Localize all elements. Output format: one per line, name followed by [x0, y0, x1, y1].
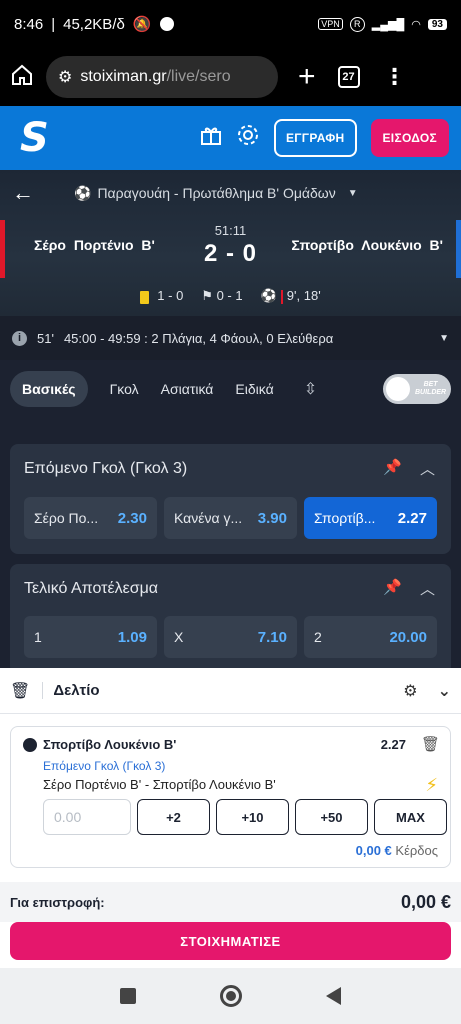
tab-switcher-button[interactable]: 27: [337, 66, 360, 88]
ball-icon: ⚽: [260, 288, 277, 303]
chevron-up-icon[interactable]: ︿: [420, 578, 435, 599]
return-row: Για επιστροφή: 0,00 €: [0, 882, 461, 922]
betslip-header: 🗑 Δελτίο ⚙ ⌄: [0, 668, 461, 714]
football-icon: ⚽: [74, 184, 92, 201]
chevron-down-icon: ▼: [347, 187, 358, 199]
market-tabs: Βασικές Γκολ Ασιατικά Ειδικά ⇳ BET BUILDE…: [0, 364, 461, 414]
corner-flag-icon: ⚑: [201, 288, 217, 303]
market-title: Επόμενο Γκολ (Γκολ 3): [24, 460, 188, 477]
trash-icon[interactable]: 🗑: [10, 681, 30, 701]
quick-stake-button[interactable]: +50: [295, 799, 368, 835]
chevron-down-icon[interactable]: ⌄: [438, 681, 451, 701]
recents-icon[interactable]: [120, 988, 136, 1004]
gift-icon[interactable]: [200, 124, 222, 152]
url-bar[interactable]: ⚙ stoiximan.gr/live/sero: [46, 56, 278, 98]
match-stats: 1 - 0 ⚑ 0 - 1 ⚽ 9', 18': [0, 288, 461, 304]
selection-name: Σπορτίβο Λουκένιο Β': [43, 737, 177, 752]
status-bar: 8:46 | 45,2KB/δ 🔕 VPN R ▂▄▆█ ◠ 93: [0, 0, 461, 48]
bet-selection-card: Σπορτίβο Λουκένιο Β' 2.27 🗑 Επόμενο Γκολ…: [10, 726, 451, 868]
match-clock: 51:11: [214, 223, 247, 238]
stoiximan-logo[interactable]: S: [20, 115, 49, 161]
new-tab-plus-icon[interactable]: +: [298, 62, 316, 92]
status-time: 8:46: [14, 15, 44, 33]
stake-controls: 0.00 +2 +10 +50 MAX: [43, 799, 447, 835]
match-header: ← ⚽ Παραγουάη - Πρωτάθλημα Β' Ομάδων ▼ Σ…: [0, 170, 461, 316]
browser-menu-icon[interactable]: ⋮: [384, 66, 406, 88]
odd-button[interactable]: 2 20.00: [304, 616, 437, 658]
yellow-card-icon: [140, 290, 150, 304]
odd-button[interactable]: 1 1.09: [24, 616, 157, 658]
back-triangle-icon[interactable]: [326, 987, 341, 1005]
settings-gear-icon[interactable]: ⚙: [403, 681, 417, 701]
muted-bell-icon: 🔕: [132, 16, 152, 33]
quick-stake-button[interactable]: +2: [137, 799, 210, 835]
collapse-all-icon[interactable]: ⇳: [304, 379, 317, 399]
tab-specials[interactable]: Ειδικά: [235, 381, 273, 397]
odd-button[interactable]: X 7.10: [164, 616, 297, 658]
corners-stat: ⚑ 0 - 1: [201, 288, 243, 303]
place-bet-button[interactable]: ΣΤΟΙΧΗΜΑΤΙΣΕ: [10, 922, 451, 960]
back-arrow-icon[interactable]: ←: [12, 180, 34, 206]
lightning-icon: ⚡: [425, 775, 438, 795]
market-card-next-goal: Επόμενο Γκολ (Γκολ 3) 📌 ︿ Σέρο Πο... 2.30…: [10, 444, 451, 554]
home-circle-icon[interactable]: [220, 985, 242, 1007]
battery-icon: 93: [427, 18, 447, 30]
profit-text: 0,00 € Κέρδος: [355, 843, 438, 858]
wifi-icon: ◠: [411, 18, 421, 31]
league-name: Παραγουάη - Πρωτάθλημα Β' Ομάδων: [97, 185, 336, 201]
betslip-title: Δελτίο: [42, 682, 100, 699]
site-header: S ΕΓΓΡΑΦΗ ΕΙΣΟΔΟΣ: [0, 106, 461, 170]
return-amount: 0,00 €: [400, 891, 451, 912]
goals-stat: ⚽ 9', 18': [260, 288, 321, 304]
market-title: Τελικό Αποτέλεσμα: [24, 580, 159, 597]
login-button[interactable]: ΕΙΣΟΔΟΣ: [370, 119, 449, 157]
remove-selection-icon[interactable]: 🗑: [421, 735, 440, 753]
vpn-icon: VPN: [318, 18, 343, 30]
odd-button[interactable]: Σέρο Πο... 2.30: [24, 497, 157, 539]
url-text: stoiximan.gr/live/sero: [80, 68, 231, 85]
tab-goals[interactable]: Γκολ: [110, 381, 139, 397]
away-team: Σπορτίβο Λουκένιο Β': [291, 237, 443, 253]
selection-odd: 2.27: [380, 737, 406, 752]
tab-asian[interactable]: Ασιατικά: [161, 381, 214, 397]
stake-input[interactable]: 0.00: [43, 799, 131, 835]
market-card-final-result: Τελικό Αποτέλεσμα 📌 ︿ 1 1.09 X 7.10 2 20.00: [10, 564, 451, 674]
info-minute: 51': [37, 330, 54, 346]
tab-basic[interactable]: Βασικές: [10, 371, 88, 407]
registered-icon: R: [349, 16, 365, 32]
chevron-down-icon[interactable]: ▼: [439, 333, 449, 344]
yellow-cards-stat: 1 - 0: [140, 288, 183, 304]
bet-builder-toggle[interactable]: BET BUILDER: [383, 374, 451, 404]
browser-toolbar: ⚙ stoiximan.gr/live/sero + 27 ⋮: [0, 48, 461, 106]
league-selector[interactable]: ⚽ Παραγουάη - Πρωτάθλημα Β' Ομάδων ▼: [74, 185, 358, 202]
odd-button-selected[interactable]: Σπορτίβ... 2.27: [304, 497, 437, 539]
football-icon: [23, 737, 37, 752]
return-label: Για επιστροφή:: [10, 894, 105, 910]
max-stake-button[interactable]: MAX: [374, 799, 447, 835]
selection-match: Σέρο Πορτένιο Β' - Σπορτίβο Λουκένιο Β': [43, 777, 276, 792]
android-nav-bar: [0, 968, 461, 1024]
quick-stake-button[interactable]: +10: [216, 799, 289, 835]
info-text: 45:00 - 49:59 : 2 Πλάγια, 4 Φάουλ, 0 Ελε…: [63, 330, 334, 346]
live-info-bar[interactable]: i 51' 45:00 - 49:59 : 2 Πλάγια, 4 Φάουλ,…: [0, 316, 461, 360]
site-settings-icon[interactable]: ⚙: [58, 67, 72, 87]
home-icon[interactable]: [10, 63, 34, 92]
notification-dot-icon: [159, 17, 174, 31]
gear-icon[interactable]: [236, 123, 260, 153]
info-icon: i: [12, 330, 27, 346]
pin-icon[interactable]: 📌: [383, 458, 402, 479]
status-divider: |: [51, 15, 56, 33]
bet-builder-label: BET BUILDER: [415, 381, 447, 396]
pin-icon[interactable]: 📌: [383, 578, 402, 599]
network-speed: 45,2KB/δ: [63, 15, 125, 33]
scoreboard: Σέρο Πορτένιο Β' 51:11 2 - 0 Σπορτίβο Λο…: [0, 220, 461, 278]
chevron-up-icon[interactable]: ︿: [420, 458, 435, 479]
signal-icon: ▂▄▆█: [371, 18, 405, 31]
register-button[interactable]: ΕΓΓΡΑΦΗ: [273, 119, 357, 157]
odd-button[interactable]: Κανένα γ... 3.90: [164, 497, 297, 539]
selection-market: Επόμενο Γκολ (Γκολ 3): [43, 759, 166, 773]
